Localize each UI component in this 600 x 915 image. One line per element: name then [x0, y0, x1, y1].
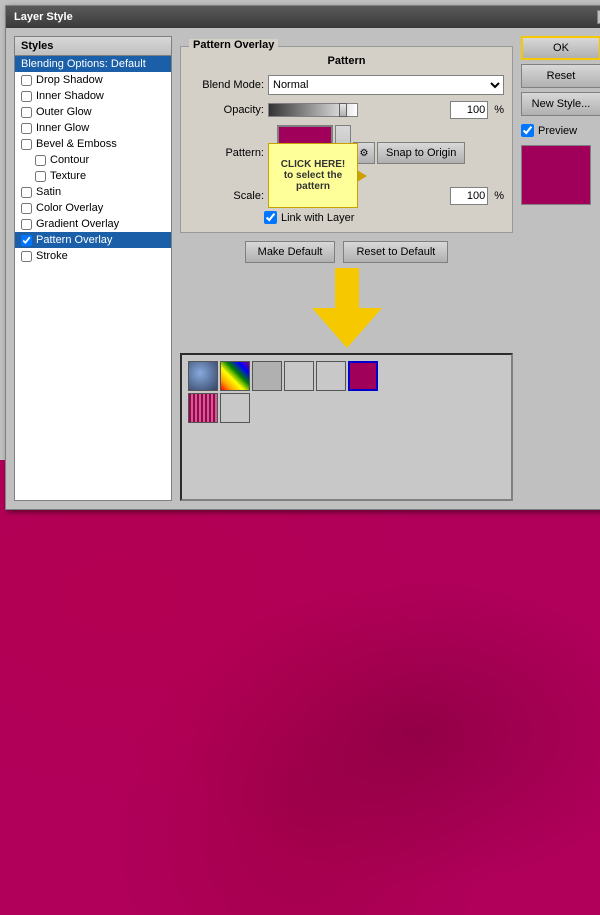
pattern-label: Pattern: — [189, 147, 264, 159]
opacity-slider[interactable] — [268, 103, 358, 117]
sidebar-item-inner-shadow[interactable]: Inner Shadow — [15, 88, 171, 104]
link-checkbox[interactable] — [264, 211, 277, 224]
pattern-grid-row1 — [188, 361, 505, 391]
opacity-input[interactable]: 100 — [450, 101, 488, 119]
dialog-body: Styles Blending Options: Default Drop Sh… — [6, 28, 600, 509]
pattern-swatch-bubbles[interactable] — [188, 361, 218, 391]
inner-glow-checkbox[interactable] — [21, 123, 32, 134]
inner-shadow-checkbox[interactable] — [21, 91, 32, 102]
sidebar-item-contour[interactable]: Contour — [15, 152, 171, 168]
background-texture — [0, 460, 600, 915]
preview-thumbnail — [521, 145, 591, 205]
title-bar: Layer Style ✕ — [6, 6, 600, 28]
action-buttons: Make Default Reset to Default — [180, 241, 513, 263]
drop-shadow-checkbox[interactable] — [21, 75, 32, 86]
sidebar-item-bevel-emboss[interactable]: Bevel & Emboss — [15, 136, 171, 152]
pattern-swatch-gray2[interactable] — [284, 361, 314, 391]
scale-unit: % — [494, 190, 504, 202]
pattern-swatch-stripe[interactable] — [188, 393, 218, 423]
sidebar-item-stroke[interactable]: Stroke — [15, 248, 171, 264]
sidebar-item-drop-shadow[interactable]: Drop Shadow — [15, 72, 171, 88]
snap-to-origin-button[interactable]: Snap to Origin — [377, 142, 465, 164]
opacity-label: Opacity: — [189, 104, 264, 116]
link-row: Link with Layer — [264, 211, 504, 224]
opacity-slider-container — [268, 103, 446, 117]
sidebar-item-inner-glow[interactable]: Inner Glow — [15, 120, 171, 136]
sidebar-item-gradient-overlay[interactable]: Gradient Overlay — [15, 216, 171, 232]
preview-row: Preview — [521, 124, 600, 137]
tooltip-arrow — [357, 170, 367, 182]
sidebar-item-satin[interactable]: Satin — [15, 184, 171, 200]
sidebar-item-color-overlay[interactable]: Color Overlay — [15, 200, 171, 216]
blend-mode-row: Blend Mode: Normal — [189, 75, 504, 95]
new-style-button[interactable]: New Style... — [521, 92, 600, 116]
preview-checkbox[interactable] — [521, 124, 534, 137]
sidebar-item-outer-glow[interactable]: Outer Glow — [15, 104, 171, 120]
make-default-button[interactable]: Make Default — [245, 241, 336, 263]
gradient-overlay-checkbox[interactable] — [21, 219, 32, 230]
pattern-swatch-empty[interactable] — [316, 361, 346, 391]
texture-checkbox[interactable] — [35, 171, 46, 182]
opacity-unit: % — [494, 104, 504, 116]
pattern-overlay-checkbox[interactable] — [21, 235, 32, 246]
color-overlay-checkbox[interactable] — [21, 203, 32, 214]
sidebar-item-texture[interactable]: Texture — [15, 168, 171, 184]
blend-mode-label: Blend Mode: — [189, 79, 264, 91]
pattern-swatch-gray1[interactable] — [252, 361, 282, 391]
bevel-emboss-checkbox[interactable] — [21, 139, 32, 150]
reset-button[interactable]: Reset — [521, 64, 600, 88]
right-panel: OK Reset New Style... Preview — [521, 36, 600, 501]
outer-glow-checkbox[interactable] — [21, 107, 32, 118]
pattern-swatch-rainbow[interactable] — [220, 361, 250, 391]
main-content-panel: Pattern Overlay Pattern Blend Mode: Norm… — [180, 36, 513, 501]
ok-button[interactable]: OK — [521, 36, 600, 60]
opacity-slider-thumb[interactable] — [339, 103, 347, 117]
preview-label-text: Preview — [538, 125, 577, 137]
pattern-grid-row2 — [188, 393, 505, 423]
stroke-checkbox[interactable] — [21, 251, 32, 262]
contour-checkbox[interactable] — [35, 155, 46, 166]
pattern-section: Pattern Overlay Pattern Blend Mode: Norm… — [180, 46, 513, 233]
pattern-swatch-empty2 — [220, 393, 250, 423]
scale-input[interactable]: 100 — [450, 187, 488, 205]
styles-panel: Styles Blending Options: Default Drop Sh… — [14, 36, 172, 501]
pattern-swatch-magenta[interactable] — [348, 361, 378, 391]
scale-label: Scale: — [189, 190, 264, 202]
pattern-picker — [180, 353, 513, 501]
reset-to-default-button[interactable]: Reset to Default — [343, 241, 448, 263]
blend-mode-select[interactable]: Normal — [268, 75, 504, 95]
dialog-title: Layer Style — [14, 11, 73, 23]
opacity-row: Opacity: 100 % — [189, 101, 504, 119]
satin-checkbox[interactable] — [21, 187, 32, 198]
styles-header[interactable]: Styles — [15, 37, 171, 56]
link-label: Link with Layer — [281, 212, 354, 224]
sidebar-item-pattern-overlay[interactable]: Pattern Overlay — [15, 232, 171, 248]
pattern-picker-empty-area — [188, 423, 505, 493]
pattern-row: Pattern: CLICK HERE! to select the patte… — [189, 125, 504, 181]
section-subtitle: Pattern — [189, 55, 504, 67]
section-title: Pattern Overlay — [189, 39, 278, 51]
sidebar-item-blending[interactable]: Blending Options: Default — [15, 56, 171, 72]
arrow-indicator — [180, 263, 513, 353]
layer-style-dialog: Layer Style ✕ Styles Blending Options: D… — [5, 5, 600, 510]
tooltip: CLICK HERE! to select the pattern — [268, 143, 358, 208]
